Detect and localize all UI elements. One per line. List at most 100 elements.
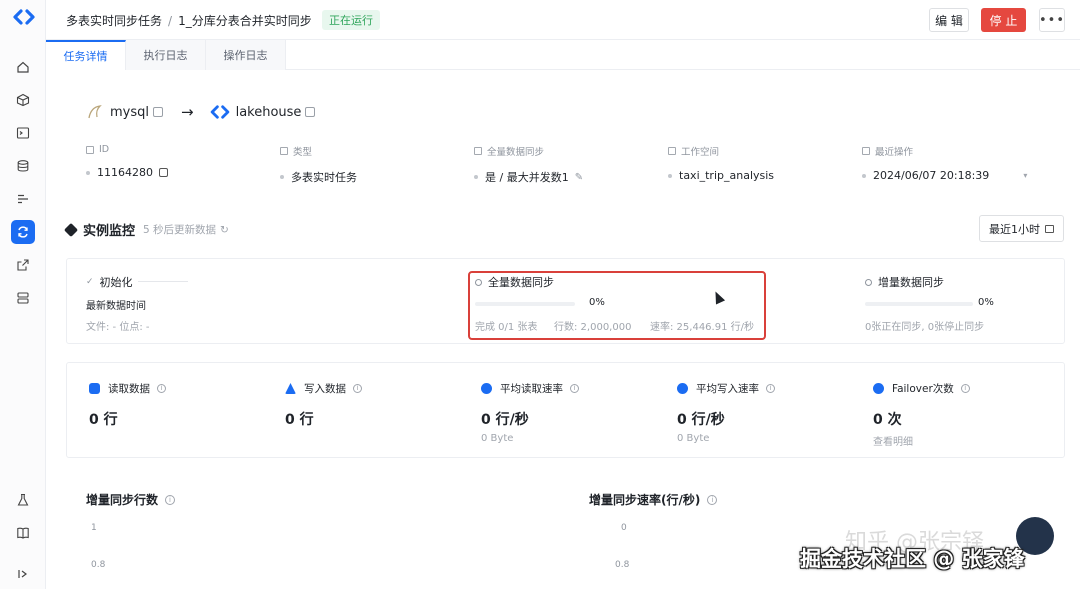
tab-execution-log[interactable]: 执行日志	[126, 40, 206, 70]
copy-target-icon[interactable]	[305, 107, 316, 117]
book-icon[interactable]	[13, 523, 33, 543]
lakehouse-logo-icon	[210, 105, 229, 119]
watermark-main: 掘金技术社区 @ 张家锋	[800, 547, 1025, 571]
stage-init-line	[138, 281, 188, 282]
stage-incr-title: 增量数据同步	[865, 274, 944, 290]
read-data-icon	[89, 383, 100, 394]
bullet-dot	[474, 175, 478, 179]
info-id: ID 11164280	[86, 144, 276, 179]
stat-avg-write-label: 平均写入速率	[696, 383, 759, 395]
mysql-dolphin-icon	[88, 105, 102, 119]
source-target-flow: mysql → lakehouse	[86, 101, 319, 123]
file-position-text: 文件: - 位点: -	[86, 322, 150, 333]
stage-status-icon	[865, 278, 872, 286]
info-id-value: 11164280	[97, 166, 153, 179]
chevron-down-icon[interactable]: ▾	[1023, 171, 1027, 180]
app-root: 多表实时同步任务 / 1_分库分表合并实时同步 正在运行 编 辑 停 止 ••• 任…	[0, 0, 1080, 589]
monitor-section-title: 实例监控	[63, 220, 135, 239]
info-workspace-label: 工作空间	[681, 147, 720, 158]
stat-avg-write-value: 0 行/秒	[677, 412, 725, 428]
incr-sync-summary: 0张正在同步, 0张停止同步	[865, 322, 985, 333]
stat-avg-write-bytes: 0 Byte	[677, 433, 710, 444]
info-tooltip-icon[interactable]: i	[960, 384, 970, 393]
bullet-dot	[862, 173, 866, 178]
info-type: 类型 多表实时任务	[280, 144, 470, 185]
annotation-highlight-box	[468, 271, 766, 340]
info-id-label: ID	[99, 144, 110, 155]
stage-init-title: ✓ 初始化	[86, 274, 133, 290]
edit-pencil-icon[interactable]: ✎	[575, 172, 583, 183]
info-full-sync-value: 是 / 最大并发数1	[485, 171, 569, 184]
page-title: 1_分库分表合并实时同步	[178, 14, 312, 28]
database-icon[interactable]	[13, 156, 33, 176]
target-name: lakehouse	[235, 104, 302, 120]
info-last-op-label: 最近操作	[875, 147, 914, 158]
incr-rows-chart-title-text: 增量同步行数	[86, 493, 159, 507]
terminal-icon[interactable]	[13, 123, 33, 143]
info-tooltip-icon[interactable]: i	[165, 494, 176, 505]
list-icon[interactable]	[13, 189, 33, 209]
incr-rate-chart-title: 增量同步速率(行/秒) i	[589, 491, 718, 508]
expand-sidebar-icon[interactable]	[13, 564, 33, 584]
stat-failover-label: Failover次数	[892, 383, 954, 395]
incr-sync-percent: 0%	[978, 297, 994, 308]
cube-icon[interactable]	[13, 90, 33, 110]
server-icon[interactable]	[13, 288, 33, 308]
full-sync-icon	[474, 147, 482, 155]
speed-gauge-icon	[481, 383, 492, 394]
export-icon[interactable]	[13, 255, 33, 275]
info-last-op: 最近操作 2024/06/07 20:18:39 ▾	[862, 144, 1052, 182]
stat-avg-read-label: 平均读取速率	[500, 383, 563, 395]
home-icon[interactable]	[13, 57, 33, 77]
y-axis-tick: 0.8	[91, 560, 106, 570]
flow-arrow-icon: →	[181, 103, 194, 121]
info-full-sync: 全量数据同步 是 / 最大并发数1 ✎	[474, 144, 664, 185]
view-details-link[interactable]: 查看明细	[873, 433, 913, 448]
workspace-icon	[668, 147, 676, 155]
copy-source-icon[interactable]	[153, 107, 163, 117]
stop-button[interactable]: 停 止	[981, 8, 1026, 32]
info-tooltip-icon[interactable]: i	[707, 494, 718, 505]
more-options-button[interactable]: •••	[1039, 8, 1065, 32]
refresh-hint: 5 秒后更新数据 ↻	[143, 222, 229, 237]
check-icon: ✓	[86, 277, 94, 287]
info-last-op-value: 2024/06/07 20:18:39	[873, 169, 990, 182]
stat-avg-read-value: 0 行/秒	[481, 412, 529, 428]
write-data-icon	[285, 383, 296, 394]
edit-button[interactable]: 编 辑	[929, 8, 969, 32]
incr-sync-progress-bar	[865, 302, 973, 306]
bullet-dot	[668, 173, 672, 178]
tag-icon	[63, 222, 79, 237]
info-tooltip-icon[interactable]: i	[766, 384, 775, 393]
refresh-hint-text: 5 秒后更新数据	[143, 224, 217, 236]
stats-panel: 读取数据 i 0 行 写入数据 i 0 行 平均读取速率 i 0 行/秒 0 Byte…	[66, 362, 1065, 458]
copy-id-icon[interactable]	[159, 168, 168, 177]
source-name: mysql	[110, 104, 149, 120]
brand-logo-icon[interactable]	[13, 9, 35, 25]
time-range-label: 最近1小时	[989, 222, 1040, 236]
bullet-dot	[280, 175, 284, 179]
time-range-button[interactable]: 最近1小时	[979, 215, 1064, 242]
y-axis-tick: 1	[91, 523, 97, 533]
info-workspace: 工作空间 taxi_trip_analysis	[668, 144, 858, 182]
stage-init-title-text: 初始化	[99, 276, 133, 289]
tab-task-details[interactable]: 任务详情	[46, 40, 126, 70]
info-tooltip-icon[interactable]: i	[353, 384, 362, 393]
info-full-sync-label: 全量数据同步	[487, 147, 545, 158]
tab-operation-log[interactable]: 操作日志	[206, 40, 286, 70]
type-icon	[280, 147, 288, 155]
stat-write-label: 写入数据	[304, 383, 346, 395]
page-header: 多表实时同步任务 / 1_分库分表合并实时同步 正在运行 编 辑 停 止 •••	[46, 0, 1080, 40]
info-tooltip-icon[interactable]: i	[570, 384, 579, 393]
breadcrumb-parent-link[interactable]: 多表实时同步任务	[66, 14, 162, 28]
refresh-icon[interactable]: ↻	[220, 224, 229, 236]
stat-write-value: 0 行	[285, 412, 314, 428]
incr-rows-chart-title: 增量同步行数 i	[86, 491, 176, 508]
info-type-label: 类型	[293, 147, 313, 158]
stat-avg-read-bytes: 0 Byte	[481, 433, 514, 444]
incr-rate-chart-title-text: 增量同步速率(行/秒)	[589, 493, 701, 507]
flask-icon[interactable]	[13, 490, 33, 510]
stat-read-value: 0 行	[89, 412, 118, 428]
info-tooltip-icon[interactable]: i	[157, 384, 166, 393]
sync-task-icon[interactable]	[11, 220, 35, 244]
